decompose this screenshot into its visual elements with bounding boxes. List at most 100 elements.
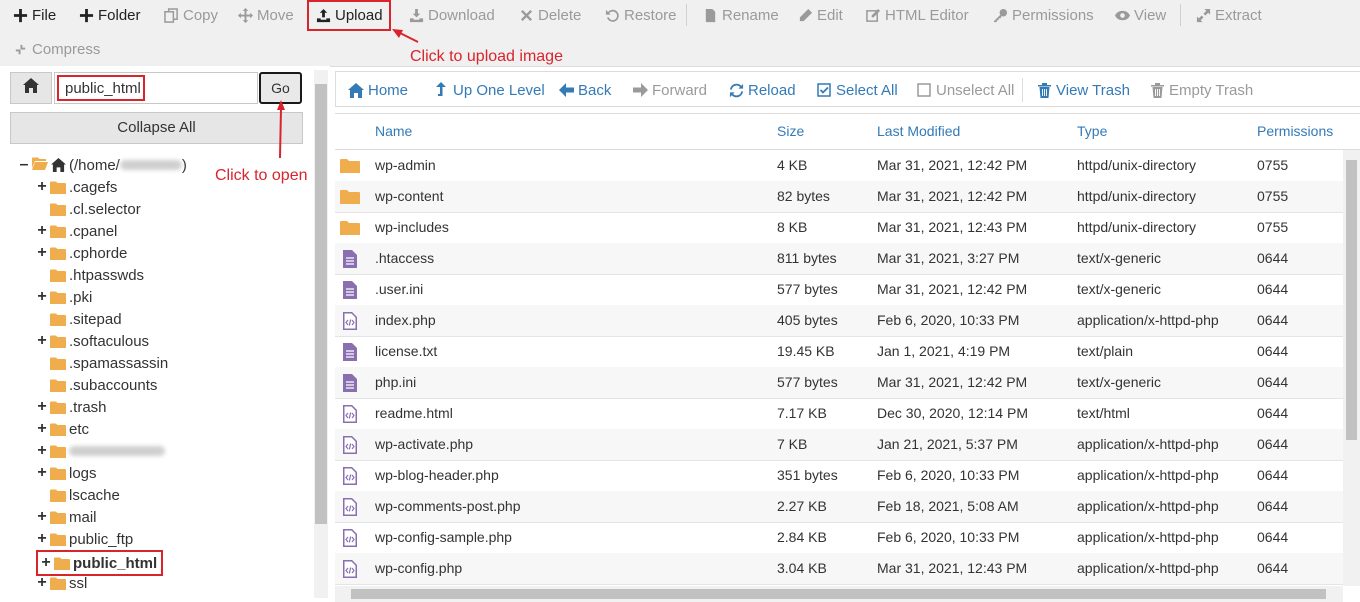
- empty-trash-button[interactable]: Empty Trash: [1149, 72, 1253, 108]
- collapse-toggle-icon[interactable]: –: [18, 156, 30, 174]
- tree-item[interactable]: + etc: [36, 418, 89, 440]
- unselect-all-button[interactable]: Unselect All: [916, 72, 1014, 108]
- column-header-type[interactable]: Type: [1077, 114, 1107, 149]
- path-input-value[interactable]: public_html: [57, 75, 145, 101]
- tree-scrollbar[interactable]: [314, 70, 328, 598]
- edit-button[interactable]: Edit: [797, 2, 843, 28]
- view-trash-button[interactable]: View Trash: [1036, 72, 1130, 108]
- path-input[interactable]: public_html: [54, 72, 258, 104]
- table-row[interactable]: wp-blog-header.php 351 bytes Feb 6, 2020, …: [335, 460, 1343, 492]
- table-row[interactable]: index.php 405 bytes Feb 6, 2020, 10:33 PM a…: [335, 305, 1343, 337]
- rename-button[interactable]: Rename: [702, 2, 779, 28]
- tree-item[interactable]: + .cpanel: [36, 220, 117, 242]
- tree-item[interactable]: lscache: [36, 484, 120, 506]
- table-row[interactable]: wp-includes 8 KB Mar 31, 2021, 12:43 PM htt…: [335, 212, 1343, 244]
- cell-name[interactable]: wp-comments-post.php: [375, 491, 521, 522]
- html-editor-button[interactable]: HTML Editor: [865, 2, 969, 28]
- tree-item[interactable]: + .softaculous: [36, 330, 149, 352]
- table-row[interactable]: wp-config-sample.php 2.84 KB Feb 6, 2020, …: [335, 522, 1343, 554]
- tree-item[interactable]: + mail: [36, 506, 96, 528]
- expand-toggle-icon[interactable]: +: [36, 222, 48, 240]
- table-row[interactable]: .user.ini 577 bytes Mar 31, 2021, 12:42 PM…: [335, 274, 1343, 306]
- table-row[interactable]: wp-comments-post.php 2.27 KB Feb 18, 2021,…: [335, 491, 1343, 523]
- file-list-horizontal-scrollbar[interactable]: [335, 586, 1343, 602]
- home-button[interactable]: Home: [348, 72, 408, 108]
- view-button[interactable]: View: [1114, 2, 1166, 28]
- upload-button[interactable]: Upload: [307, 0, 391, 31]
- select-all-button[interactable]: Select All: [816, 72, 898, 108]
- table-row[interactable]: wp-content 82 bytes Mar 31, 2021, 12:42 PM…: [335, 181, 1343, 213]
- tree-item[interactable]: + .cphorde: [36, 242, 127, 264]
- horizontal-scrollbar-thumb[interactable]: [351, 589, 1326, 599]
- table-row[interactable]: wp-admin 4 KB Mar 31, 2021, 12:42 PM httpd/…: [335, 150, 1343, 182]
- go-button[interactable]: Go: [259, 72, 302, 104]
- collapse-all-button[interactable]: Collapse All: [10, 112, 303, 144]
- table-row[interactable]: .htaccess 811 bytes Mar 31, 2021, 3:27 PM t…: [335, 243, 1343, 275]
- table-row[interactable]: wp-config.php 3.04 KB Mar 31, 2021, 12:43 …: [335, 553, 1343, 585]
- cell-name[interactable]: wp-activate.php: [375, 429, 473, 460]
- tree-root[interactable]: – (/home/): [18, 154, 187, 176]
- expand-toggle-icon[interactable]: +: [36, 508, 48, 526]
- forward-button[interactable]: Forward: [632, 72, 707, 108]
- expand-toggle-icon[interactable]: +: [36, 574, 48, 592]
- reload-button[interactable]: Reload: [728, 72, 796, 108]
- table-row[interactable]: readme.html 7.17 KB Dec 30, 2020, 12:14 PM…: [335, 398, 1343, 430]
- cell-name[interactable]: .htaccess: [375, 243, 434, 274]
- cell-name[interactable]: wp-admin: [375, 150, 436, 181]
- expand-toggle-icon[interactable]: +: [36, 244, 48, 262]
- tree-item[interactable]: .sitepad: [36, 308, 122, 330]
- tree-item[interactable]: .subaccounts: [36, 374, 157, 396]
- expand-toggle-icon[interactable]: +: [36, 398, 48, 416]
- tree-item[interactable]: .htpasswds: [36, 264, 144, 286]
- copy-button[interactable]: Copy: [163, 2, 218, 28]
- cell-name[interactable]: php.ini: [375, 367, 416, 398]
- expand-toggle-icon[interactable]: +: [36, 420, 48, 438]
- cell-name[interactable]: wp-content: [375, 181, 443, 212]
- restore-button[interactable]: Restore: [604, 2, 677, 28]
- vertical-scrollbar-thumb[interactable]: [1346, 160, 1357, 440]
- cell-name[interactable]: license.txt: [375, 336, 437, 367]
- column-header-permissions[interactable]: Permissions: [1257, 114, 1333, 149]
- tree-item[interactable]: + public_ftp: [36, 528, 133, 550]
- extract-button[interactable]: Extract: [1195, 2, 1262, 28]
- move-button[interactable]: Move: [237, 2, 294, 28]
- expand-toggle-icon[interactable]: +: [40, 554, 52, 572]
- expand-toggle-icon[interactable]: +: [36, 288, 48, 306]
- tree-item[interactable]: .cl.selector: [36, 198, 141, 220]
- expand-toggle-icon[interactable]: +: [36, 530, 48, 548]
- back-button[interactable]: Back: [558, 72, 611, 108]
- cell-name[interactable]: wp-config-sample.php: [375, 522, 512, 553]
- column-header-size[interactable]: Size: [777, 114, 804, 149]
- cell-name[interactable]: index.php: [375, 305, 436, 336]
- home-directory-button[interactable]: [10, 72, 52, 104]
- column-header-last-modified[interactable]: Last Modified: [877, 114, 960, 149]
- cell-name[interactable]: wp-includes: [375, 212, 449, 243]
- cell-name[interactable]: wp-config.php: [375, 553, 462, 584]
- expand-toggle-icon[interactable]: +: [36, 178, 48, 196]
- table-row[interactable]: license.txt 19.45 KB Jan 1, 2021, 4:19 PM t…: [335, 336, 1343, 368]
- up-button[interactable]: Up One Level: [433, 72, 545, 108]
- cell-name[interactable]: .user.ini: [375, 274, 423, 305]
- tree-item[interactable]: + .trash: [36, 396, 106, 418]
- tree-item[interactable]: + ssl: [36, 572, 87, 594]
- cell-name[interactable]: readme.html: [375, 398, 453, 429]
- expand-toggle-icon[interactable]: +: [36, 332, 48, 350]
- column-header-name[interactable]: Name: [375, 114, 412, 149]
- permissions-button[interactable]: Permissions: [992, 2, 1094, 28]
- tree-item[interactable]: +: [36, 440, 165, 462]
- tree-item[interactable]: .spamassassin: [36, 352, 168, 374]
- new-folder-button[interactable]: Folder: [78, 2, 141, 28]
- expand-toggle-icon[interactable]: +: [36, 442, 48, 460]
- new-file-button[interactable]: File: [12, 2, 56, 28]
- table-row[interactable]: wp-activate.php 7 KB Jan 21, 2021, 5:37 PM…: [335, 429, 1343, 461]
- compress-button[interactable]: Compress: [12, 36, 100, 62]
- tree-item[interactable]: + logs: [36, 462, 96, 484]
- tree-item[interactable]: + .cagefs: [36, 176, 117, 198]
- table-row[interactable]: php.ini 577 bytes Mar 31, 2021, 12:42 PM te…: [335, 367, 1343, 399]
- file-list-vertical-scrollbar[interactable]: [1343, 150, 1360, 586]
- download-button[interactable]: Download: [408, 2, 495, 28]
- expand-toggle-icon[interactable]: +: [36, 464, 48, 482]
- delete-button[interactable]: Delete: [518, 2, 581, 28]
- cell-name[interactable]: wp-blog-header.php: [375, 460, 499, 491]
- tree-item[interactable]: + .pki: [36, 286, 92, 308]
